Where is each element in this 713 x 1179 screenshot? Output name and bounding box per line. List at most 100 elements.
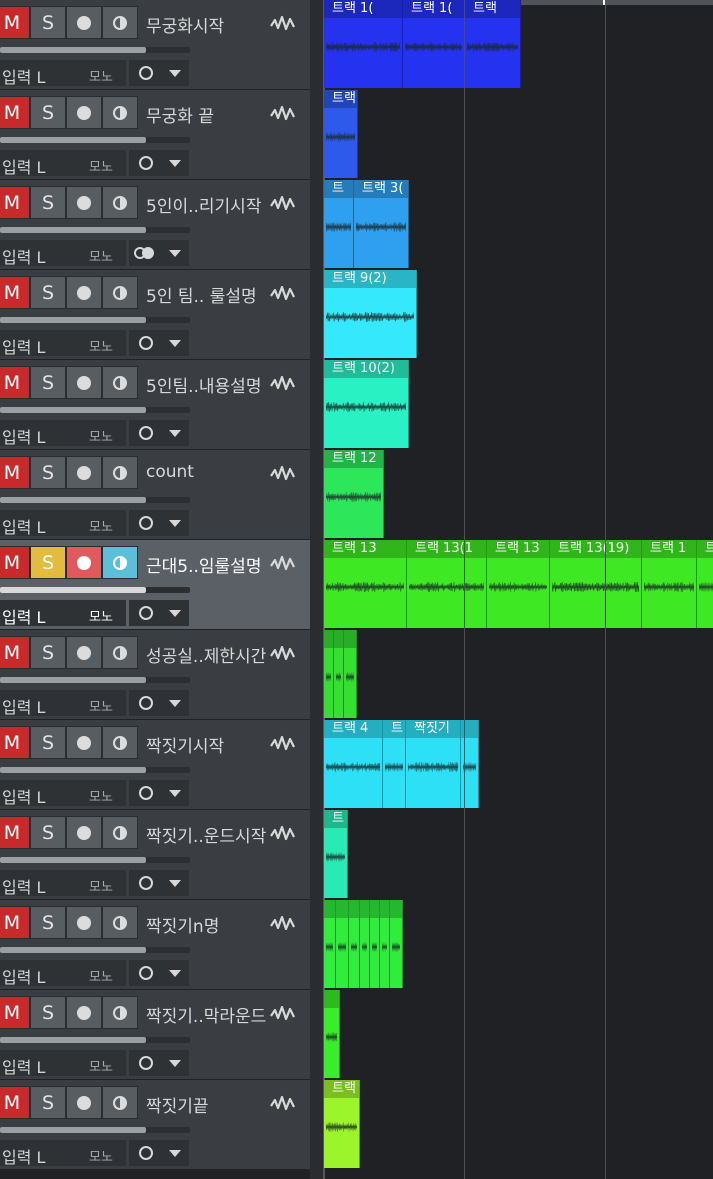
solo-button[interactable]: S	[30, 96, 66, 129]
record-arm-button[interactable]	[66, 996, 102, 1029]
track-header[interactable]: M S 짝짓기끝 입력 L 모노	[0, 1080, 310, 1170]
track-name[interactable]: 성공실..제한시간	[146, 642, 274, 667]
monitor-mode-dropdown[interactable]	[129, 600, 189, 626]
volume-fader[interactable]	[0, 47, 190, 53]
track-lane[interactable]: 트랙 1(트랙 1(트랙	[324, 0, 713, 90]
monitor-button[interactable]	[102, 546, 138, 579]
mute-button[interactable]: M	[0, 636, 30, 669]
solo-button[interactable]: S	[30, 816, 66, 849]
input-selector[interactable]: 입력 L 모노	[0, 600, 126, 627]
audio-clip[interactable]: 트랙 10(2)	[324, 360, 409, 448]
track-lane[interactable]: 트랙 12	[324, 450, 713, 540]
waveform-icon[interactable]	[269, 284, 297, 304]
monitor-mode-dropdown[interactable]	[129, 870, 189, 896]
monitor-button[interactable]	[102, 816, 138, 849]
mute-button[interactable]: M	[0, 96, 30, 129]
solo-button[interactable]: S	[30, 996, 66, 1029]
track-name[interactable]: 근대5..임룰설명	[146, 552, 274, 577]
solo-button[interactable]: S	[30, 726, 66, 759]
record-arm-button[interactable]	[66, 456, 102, 489]
mute-button[interactable]: M	[0, 456, 30, 489]
track-name[interactable]: 짝짓기..운드시작	[146, 822, 274, 847]
track-row[interactable]: M S 5인 팀.. 룰설명 입력 L 모노 트랙 9(2)	[0, 270, 713, 360]
volume-fader[interactable]	[0, 317, 190, 323]
mute-button[interactable]: M	[0, 1086, 30, 1119]
waveform-icon[interactable]	[269, 914, 297, 934]
track-row[interactable]: M S count 입력 L 모노 트랙 12	[0, 450, 713, 540]
record-arm-button[interactable]	[66, 816, 102, 849]
track-name[interactable]: 짝짓기..막라운드	[146, 1002, 274, 1027]
input-selector[interactable]: 입력 L 모노	[0, 420, 126, 447]
input-selector[interactable]: 입력 L 모노	[0, 60, 126, 87]
monitor-mode-dropdown[interactable]	[129, 330, 189, 356]
volume-fader[interactable]	[0, 587, 190, 593]
monitor-mode-dropdown[interactable]	[129, 240, 189, 266]
monitor-mode-dropdown[interactable]	[129, 510, 189, 536]
volume-fader[interactable]	[0, 407, 190, 413]
monitor-button[interactable]	[102, 276, 138, 309]
monitor-mode-dropdown[interactable]	[129, 1140, 189, 1166]
track-header[interactable]: M S 5인 팀.. 룰설명 입력 L 모노	[0, 270, 310, 360]
record-arm-button[interactable]	[66, 186, 102, 219]
audio-clip[interactable]: 트랙 4	[324, 720, 383, 808]
track-lane[interactable]: 트	[324, 810, 713, 900]
solo-button[interactable]: S	[30, 546, 66, 579]
audio-clip[interactable]: 트랙 13(19)	[550, 540, 642, 628]
audio-clip[interactable]: 트랙	[324, 1080, 360, 1168]
track-name[interactable]: 짝짓기시작	[146, 732, 274, 757]
monitor-mode-dropdown[interactable]	[129, 690, 189, 716]
monitor-button[interactable]	[102, 996, 138, 1029]
record-arm-button[interactable]	[66, 6, 102, 39]
audio-clip[interactable]	[390, 900, 403, 988]
mute-button[interactable]: M	[0, 816, 30, 849]
audio-clip[interactable]	[380, 900, 390, 988]
track-lane[interactable]: 트랙	[324, 1080, 713, 1170]
audio-clip[interactable]: 트	[324, 810, 348, 898]
track-header[interactable]: M S 짝짓기..운드시작 입력 L 모노	[0, 810, 310, 900]
audio-clip[interactable]: 트랙 9(2)	[324, 270, 417, 358]
monitor-button[interactable]	[102, 6, 138, 39]
waveform-icon[interactable]	[269, 374, 297, 394]
volume-fader[interactable]	[0, 857, 190, 863]
track-header[interactable]: M S 5인이..리기시작 입력 L 모노	[0, 180, 310, 270]
track-header[interactable]: M S 짝짓기..막라운드 입력 L 모노	[0, 990, 310, 1080]
track-name[interactable]: 5인이..리기시작	[146, 192, 274, 217]
track-header[interactable]: M S 5인팀..내용설명 입력 L 모노	[0, 360, 310, 450]
waveform-icon[interactable]	[269, 1094, 297, 1114]
waveform-icon[interactable]	[269, 14, 297, 34]
input-selector[interactable]: 입력 L 모노	[0, 330, 126, 357]
track-header[interactable]: M S 무궁화시작 입력 L 모노	[0, 0, 310, 90]
audio-clip[interactable]: 트	[697, 540, 713, 628]
monitor-button[interactable]	[102, 726, 138, 759]
solo-button[interactable]: S	[30, 276, 66, 309]
audio-clip[interactable]	[336, 900, 349, 988]
track-row[interactable]: M S 짝짓기시작 입력 L 모노 트랙 4 트 짝짓기	[0, 720, 713, 810]
solo-button[interactable]: S	[30, 456, 66, 489]
volume-fader[interactable]	[0, 137, 190, 143]
monitor-mode-dropdown[interactable]	[129, 420, 189, 446]
volume-fader[interactable]	[0, 497, 190, 503]
track-row[interactable]: M S 짝짓기..막라운드 입력 L 모노	[0, 990, 713, 1080]
record-arm-button[interactable]	[66, 546, 102, 579]
monitor-button[interactable]	[102, 366, 138, 399]
track-name[interactable]: 무궁화시작	[146, 12, 274, 37]
solo-button[interactable]: S	[30, 906, 66, 939]
track-name[interactable]: 무궁화 끝	[146, 102, 274, 127]
track-header[interactable]: M S 성공실..제한시간 입력 L 모노	[0, 630, 310, 720]
mute-button[interactable]: M	[0, 726, 30, 759]
audio-clip[interactable]	[324, 990, 340, 1078]
track-row[interactable]: M S 무궁화시작 입력 L 모노 트랙 1(트랙 1(트랙	[0, 0, 713, 90]
volume-fader[interactable]	[0, 227, 190, 233]
solo-button[interactable]: S	[30, 366, 66, 399]
track-row[interactable]: M S 짝짓기..운드시작 입력 L 모노 트	[0, 810, 713, 900]
track-header[interactable]: M S 근대5..임룰설명 입력 L 모노	[0, 540, 310, 630]
monitor-button[interactable]	[102, 906, 138, 939]
track-header[interactable]: M S 짝짓기n명 입력 L 모노	[0, 900, 310, 990]
mute-button[interactable]: M	[0, 996, 30, 1029]
monitor-button[interactable]	[102, 456, 138, 489]
track-lane[interactable]	[324, 630, 713, 720]
record-arm-button[interactable]	[66, 1086, 102, 1119]
waveform-icon[interactable]	[269, 644, 297, 664]
solo-button[interactable]: S	[30, 636, 66, 669]
track-lane[interactable]: 트랙 10(2)	[324, 360, 713, 450]
